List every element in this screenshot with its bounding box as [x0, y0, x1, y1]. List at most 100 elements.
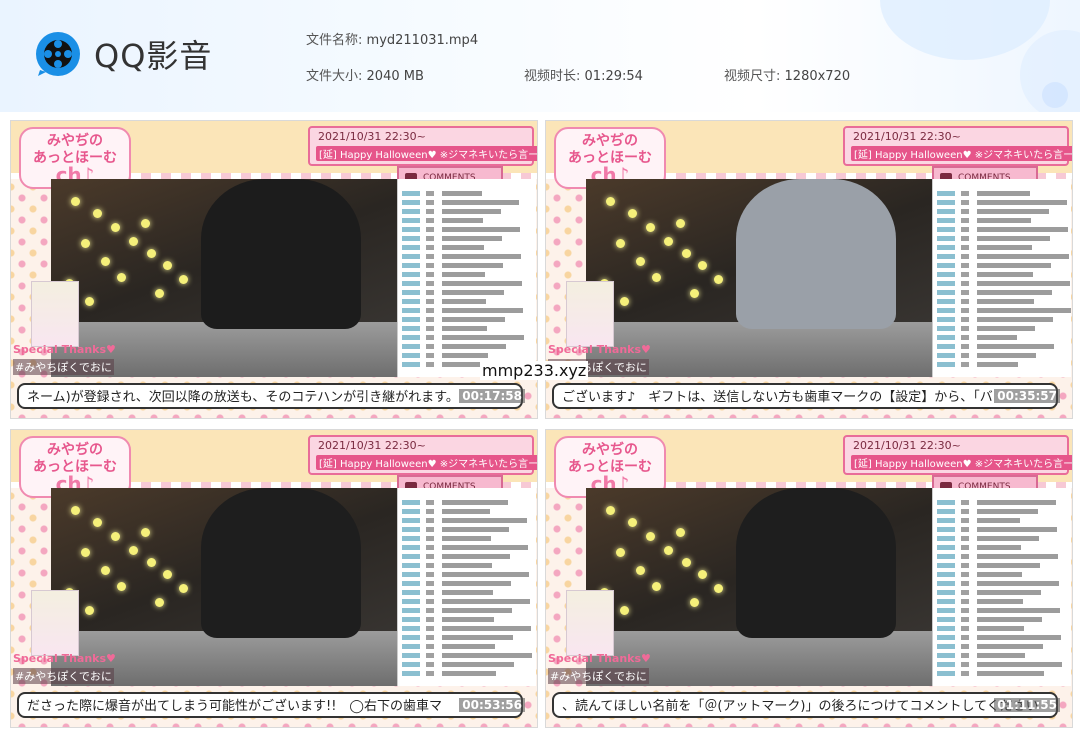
fairy-light	[101, 566, 110, 575]
comment-user	[402, 209, 420, 214]
fairy-light	[85, 606, 94, 615]
stream-title: [延] Happy Halloween♥ ※ジマネキいたら言ーいちま	[316, 146, 537, 161]
comment-text	[977, 572, 1022, 577]
comment-user	[937, 599, 955, 604]
comment-time	[426, 635, 434, 640]
avatar	[566, 590, 614, 656]
comment-text	[977, 527, 1057, 532]
timestamp: 01:11:55	[994, 698, 1060, 712]
stream-title: [延] Happy Halloween♥ ※ジマネキいたら言ーいちま	[851, 146, 1072, 161]
comment-user	[937, 671, 955, 676]
comment-user	[402, 281, 420, 286]
special-thanks: Special Thanks♥	[548, 343, 651, 356]
comment-user	[937, 344, 955, 349]
comment-time	[426, 236, 434, 241]
comment-user	[937, 236, 955, 241]
comments-panel	[397, 179, 536, 377]
comment-time	[426, 353, 434, 358]
comment-text	[442, 236, 502, 241]
comment-time	[961, 500, 969, 505]
comment-user	[937, 545, 955, 550]
fairy-light	[606, 197, 615, 206]
video-thumbnail[interactable]: みやぢの あっとほーむ ch♪ 2021/10/31 22:30~ [延] Ha…	[545, 429, 1073, 728]
comment-time	[961, 509, 969, 514]
comment-time	[961, 272, 969, 277]
comment-time	[426, 662, 434, 667]
comment-time	[961, 200, 969, 205]
video-thumbnail[interactable]: みやぢの あっとほーむ ch♪ 2021/10/31 22:30~ [延] Ha…	[10, 120, 538, 419]
comment-user	[937, 308, 955, 313]
comment-text	[442, 545, 528, 550]
comment-user	[937, 263, 955, 268]
duration-meta: 视频时长: 01:29:54	[524, 65, 643, 84]
subtitle-bar: ださった際に爆音が出てしまう可能性がございます!! ◯右下の歯車マ	[17, 692, 523, 718]
fairy-light	[93, 209, 102, 218]
stream-info-box: 2021/10/31 22:30~ [延] Happy Halloween♥ ※…	[843, 126, 1072, 166]
file-name-value: myd211031.mp4	[366, 33, 479, 48]
comment-user	[402, 317, 420, 322]
comment-user	[937, 653, 955, 658]
comment-text	[977, 545, 1021, 550]
comment-time	[426, 545, 434, 550]
streamer-figure	[736, 179, 896, 329]
comment-time	[961, 335, 969, 340]
fairy-light	[163, 261, 172, 270]
comment-user	[937, 326, 955, 331]
special-thanks: Special Thanks♥	[13, 343, 116, 356]
comment-user	[402, 254, 420, 259]
comment-user	[937, 353, 955, 358]
comment-text	[977, 653, 1025, 658]
stream-date: 2021/10/31 22:30~	[853, 439, 961, 452]
comment-user	[937, 509, 955, 514]
fairy-light	[155, 598, 164, 607]
duration-label: 视频时长:	[524, 69, 581, 84]
comment-user	[937, 362, 955, 367]
comment-user	[937, 644, 955, 649]
comment-text	[977, 245, 1032, 250]
comment-text	[442, 326, 487, 331]
comment-time	[961, 263, 969, 268]
fairy-light	[81, 239, 90, 248]
fairy-light	[636, 566, 645, 575]
comments-panel	[397, 488, 536, 686]
comment-time	[426, 191, 434, 196]
comment-time	[961, 254, 969, 259]
comment-text	[977, 299, 1034, 304]
comment-time	[426, 563, 434, 568]
comment-time	[426, 671, 434, 676]
comment-time	[426, 599, 434, 604]
comment-text	[442, 581, 511, 586]
comment-text	[442, 227, 520, 232]
comment-time	[961, 317, 969, 322]
fairy-light	[646, 532, 655, 541]
dimensions-value: 1280x720	[784, 69, 851, 84]
comment-time	[426, 590, 434, 595]
comment-text	[977, 218, 1031, 223]
video-thumbnail[interactable]: みやぢの あっとほーむ ch♪ 2021/10/31 22:30~ [延] Ha…	[545, 120, 1073, 419]
comment-user	[402, 653, 420, 658]
stream-info-box: 2021/10/31 22:30~ [延] Happy Halloween♥ ※…	[308, 126, 537, 166]
comment-text	[442, 536, 491, 541]
fairy-light	[71, 197, 80, 206]
fairy-light	[628, 518, 637, 527]
file-size-label: 文件大小:	[306, 69, 363, 84]
fairy-light	[682, 558, 691, 567]
channel-logo-line: みやぢの	[47, 442, 103, 458]
comment-user	[937, 662, 955, 667]
video-thumbnail[interactable]: みやぢの あっとほーむ ch♪ 2021/10/31 22:30~ [延] Ha…	[10, 429, 538, 728]
dimensions-meta: 视频尺寸: 1280x720	[724, 65, 850, 84]
fairy-light	[155, 289, 164, 298]
fairy-light	[628, 209, 637, 218]
comment-time	[426, 263, 434, 268]
comment-text	[977, 335, 1017, 340]
comment-text	[977, 317, 1053, 322]
avatar	[31, 281, 79, 347]
comment-user	[402, 518, 420, 523]
comment-text	[442, 527, 509, 532]
comment-text	[442, 335, 524, 340]
fairy-light	[698, 261, 707, 270]
comment-user	[937, 554, 955, 559]
fairy-light	[111, 223, 120, 232]
comment-user	[402, 353, 420, 358]
comment-text	[442, 518, 527, 523]
